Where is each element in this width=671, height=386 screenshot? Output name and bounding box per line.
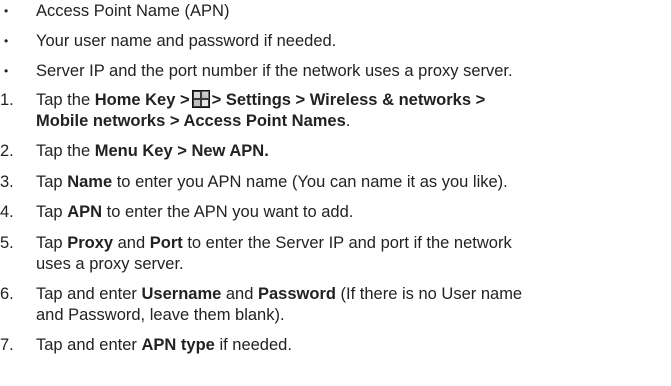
bold-run: Password <box>258 285 336 303</box>
bold-run: Username <box>141 285 222 303</box>
step-number: 1. <box>0 91 14 109</box>
bullet-marker: • <box>4 4 9 18</box>
text-run: Tap and enter <box>36 285 142 303</box>
bold-run: Mobile networks > Access Point Names <box>36 112 346 130</box>
text-run: to enter the Server IP and port if the n… <box>182 234 512 252</box>
text-run: uses a proxy server. <box>36 255 184 273</box>
bullet-text: Access Point Name (APN) <box>36 2 230 20</box>
bold-run: Home Key > <box>94 91 190 109</box>
text-run: and <box>221 285 258 303</box>
step-number: 6. <box>0 285 14 303</box>
text-run: Tap and enter <box>36 336 142 354</box>
text-run: and Password, leave them blank). <box>36 306 285 324</box>
bold-run: Proxy <box>67 234 114 252</box>
step-number: 7. <box>0 336 14 354</box>
text-run: (If there is no User name <box>335 285 523 303</box>
bold-run: APN <box>67 203 103 221</box>
step-line-1: Tap Proxy and Port to enter the Server I… <box>36 233 666 254</box>
settings-launcher-icon <box>191 90 210 108</box>
step-line-1: Tap the Home Key > > Settings > Wireless … <box>36 90 666 111</box>
step-line-2: and Password, leave them blank). <box>36 305 666 326</box>
step-line-2: Mobile networks > Access Point Names. <box>36 111 666 132</box>
text-run: if needed. <box>214 336 292 354</box>
bullet-marker: • <box>4 34 9 48</box>
bold-run: Name <box>67 173 113 191</box>
bullet-marker: • <box>4 64 9 78</box>
step-line-1: Tap and enter Username and Password (If … <box>36 284 666 305</box>
text-run: Tap the <box>36 91 95 109</box>
text-run: . <box>345 112 351 130</box>
step-line-1: Tap the Menu Key > New APN. <box>36 141 666 162</box>
text-run: to enter you APN name (You can name it a… <box>112 173 508 191</box>
bold-run: APN type <box>141 336 215 354</box>
step-line-2: uses a proxy server. <box>36 254 666 275</box>
bullet-text: Your user name and password if needed. <box>36 32 337 50</box>
step-line-1: Tap APN to enter the APN you want to add… <box>36 202 666 223</box>
text-run: Tap <box>36 203 68 221</box>
step-number: 5. <box>0 234 14 252</box>
step-number: 3. <box>0 173 14 191</box>
text-run: and <box>113 234 150 252</box>
step-line-1: Tap and enter APN type if needed. <box>36 335 666 356</box>
step-number: 4. <box>0 203 14 221</box>
text-run: Tap <box>36 173 68 191</box>
step-line-1: Tap Name to enter you APN name (You can … <box>36 172 666 193</box>
text-run: Tap <box>36 234 68 252</box>
bullet-text: Server IP and the port number if the net… <box>36 62 513 80</box>
bold-run: Menu Key > New APN. <box>94 142 269 160</box>
bold-run: > Settings > Wireless & networks > <box>211 91 486 109</box>
text-run: to enter the APN you want to add. <box>102 203 354 221</box>
text-run: Tap the <box>36 142 95 160</box>
step-number: 2. <box>0 142 14 160</box>
bold-run: Port <box>149 234 183 252</box>
